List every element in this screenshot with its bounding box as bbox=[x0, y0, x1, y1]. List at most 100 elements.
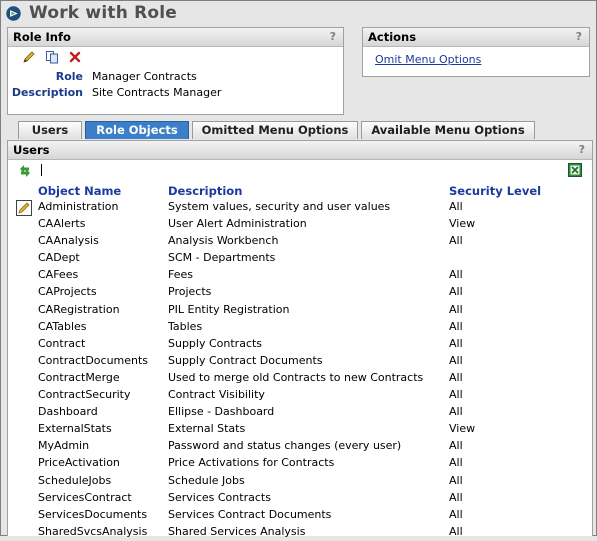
description-cell: Projects bbox=[168, 285, 212, 299]
role-info-title: Role Info bbox=[13, 30, 71, 44]
table-row[interactable]: Administration System values, security an… bbox=[8, 199, 592, 216]
tab-omitted-menu-options[interactable]: Omitted Menu Options bbox=[192, 121, 358, 139]
role-info-panel: Role Info ? Role Manager Contracts Descr… bbox=[7, 27, 344, 115]
table-row[interactable]: ServicesContract Services Contracts All bbox=[8, 490, 592, 507]
copy-icon[interactable] bbox=[45, 50, 59, 64]
security-level-cell: All bbox=[449, 388, 463, 402]
table-header-row: Object Name Description Security Level bbox=[8, 182, 592, 199]
security-level-cell: All bbox=[449, 302, 463, 316]
security-level-cell: All bbox=[449, 353, 463, 367]
role-info-help-icon[interactable]: ? bbox=[330, 28, 336, 46]
table-row[interactable]: CAAlerts User Alert Administration View bbox=[8, 216, 592, 233]
table-row[interactable]: SharedSvcsAnalysis Shared Services Analys… bbox=[8, 524, 592, 541]
role-label: Role bbox=[55, 70, 83, 83]
table-row[interactable]: CATables Tables All bbox=[8, 319, 592, 336]
object-name-cell: ExternalStats bbox=[38, 422, 112, 436]
security-level-cell: All bbox=[449, 234, 463, 248]
role-value: Manager Contracts bbox=[92, 70, 197, 83]
description-cell: SCM - Departments bbox=[168, 251, 276, 265]
security-level-cell: View bbox=[449, 217, 476, 231]
table-body: Administration System values, security an… bbox=[8, 199, 592, 541]
column-header-description[interactable]: Description bbox=[168, 184, 242, 198]
description-cell: Fees bbox=[168, 268, 193, 282]
omit-menu-options-link[interactable]: Omit Menu Options bbox=[375, 53, 481, 66]
description-cell: Price Activations for Contracts bbox=[168, 456, 335, 470]
table-row[interactable]: MyAdmin Password and status changes (ever… bbox=[8, 438, 592, 455]
object-name-cell: ContractMerge bbox=[38, 370, 120, 384]
table-row[interactable]: ExternalStats External Stats View bbox=[8, 421, 592, 438]
role-fields: Role Manager Contracts Description Site … bbox=[8, 70, 343, 99]
table-row[interactable]: CAAnalysis Analysis Workbench All bbox=[8, 233, 592, 250]
description-cell: Supply Contracts bbox=[168, 336, 263, 350]
object-name-cell: ServicesDocuments bbox=[38, 507, 148, 521]
users-help-icon[interactable]: ? bbox=[579, 141, 585, 159]
table-row[interactable]: ContractDocuments Supply Contract Documen… bbox=[8, 353, 592, 370]
role-toolbar bbox=[8, 47, 343, 67]
edit-pencil-icon[interactable] bbox=[22, 50, 36, 64]
row-edit-icon[interactable] bbox=[16, 200, 32, 216]
description-cell: Supply Contract Documents bbox=[168, 353, 323, 367]
security-level-cell: All bbox=[449, 319, 463, 333]
security-level-cell: All bbox=[449, 405, 463, 419]
users-title: Users bbox=[13, 143, 50, 157]
refresh-icon[interactable] bbox=[17, 163, 33, 179]
description-cell: Contract Visibility bbox=[168, 388, 265, 402]
table-row[interactable]: CAFees Fees All bbox=[8, 267, 592, 284]
security-level-cell: All bbox=[449, 473, 463, 487]
actions-panel: Actions ? Omit Menu Options bbox=[362, 27, 590, 77]
title-bar: Work with Role bbox=[5, 2, 177, 24]
object-name-cell: ScheduleJobs bbox=[38, 473, 112, 487]
description-cell: Password and status changes (every user) bbox=[168, 439, 402, 453]
object-name-cell: MyAdmin bbox=[38, 439, 90, 453]
table-row[interactable]: ContractMerge Used to merge old Contracts… bbox=[8, 370, 592, 387]
table-row[interactable]: CADept SCM - Departments bbox=[8, 250, 592, 267]
table-row[interactable]: ServicesDocuments Services Contract Docum… bbox=[8, 507, 592, 524]
security-level-cell: All bbox=[449, 507, 463, 521]
page-title: Work with Role bbox=[29, 3, 178, 23]
description-cell: PIL Entity Registration bbox=[168, 302, 290, 316]
table-row[interactable]: ScheduleJobs Schedule Jobs All bbox=[8, 473, 592, 490]
actions-header: Actions ? bbox=[363, 28, 589, 47]
role-objects-table: Object Name Description Security Level A… bbox=[8, 182, 592, 541]
filter-input-cursor[interactable] bbox=[41, 164, 42, 176]
security-level-cell: View bbox=[449, 422, 476, 436]
table-row[interactable]: ContractSecurity Contract Visibility All bbox=[8, 387, 592, 404]
actions-help-icon[interactable]: ? bbox=[576, 28, 582, 46]
description-label: Description bbox=[11, 86, 83, 99]
description-cell: Services Contracts bbox=[168, 490, 271, 504]
object-name-cell: CAFees bbox=[38, 268, 79, 282]
column-header-security-level[interactable]: Security Level bbox=[449, 184, 541, 198]
table-row[interactable]: Dashboard Ellipse - Dashboard All bbox=[8, 404, 592, 421]
tab-role-objects[interactable]: Role Objects bbox=[85, 121, 189, 139]
table-row[interactable]: CARegistration PIL Entity Registration All bbox=[8, 302, 592, 319]
delete-icon[interactable] bbox=[68, 50, 82, 64]
security-level-cell: All bbox=[449, 336, 463, 350]
security-level-cell: All bbox=[449, 268, 463, 282]
object-name-cell: PriceActivation bbox=[38, 456, 120, 470]
description-cell: Used to merge old Contracts to new Contr… bbox=[168, 370, 424, 384]
column-header-object-name[interactable]: Object Name bbox=[38, 184, 121, 198]
security-level-cell: All bbox=[449, 370, 463, 384]
security-level-cell: All bbox=[449, 456, 463, 470]
description-cell: Tables bbox=[168, 319, 203, 333]
object-name-cell: ContractSecurity bbox=[38, 388, 131, 402]
app-logo-icon bbox=[6, 5, 21, 21]
description-cell: System values, security and user values bbox=[168, 200, 391, 213]
security-level-cell: All bbox=[449, 200, 463, 213]
object-name-cell: CATables bbox=[38, 319, 87, 333]
table-row[interactable]: PriceActivation Price Activations for Con… bbox=[8, 455, 592, 472]
description-cell: Ellipse - Dashboard bbox=[168, 405, 275, 419]
object-name-cell: Dashboard bbox=[38, 405, 98, 419]
users-header: Users ? bbox=[8, 141, 592, 160]
tab-available-menu-options[interactable]: Available Menu Options bbox=[361, 121, 535, 139]
role-info-header: Role Info ? bbox=[8, 28, 343, 47]
description-cell: External Stats bbox=[168, 422, 246, 436]
table-row[interactable]: Contract Supply Contracts All bbox=[8, 336, 592, 353]
tab-users[interactable]: Users bbox=[18, 121, 82, 139]
table-row[interactable]: CAProjects Projects All bbox=[8, 284, 592, 301]
object-name-cell: CAProjects bbox=[38, 285, 97, 299]
excel-export-icon[interactable] bbox=[568, 163, 582, 177]
object-name-cell: ServicesContract bbox=[38, 490, 132, 504]
object-name-cell: CAAnalysis bbox=[38, 234, 99, 248]
description-cell: User Alert Administration bbox=[168, 217, 307, 231]
